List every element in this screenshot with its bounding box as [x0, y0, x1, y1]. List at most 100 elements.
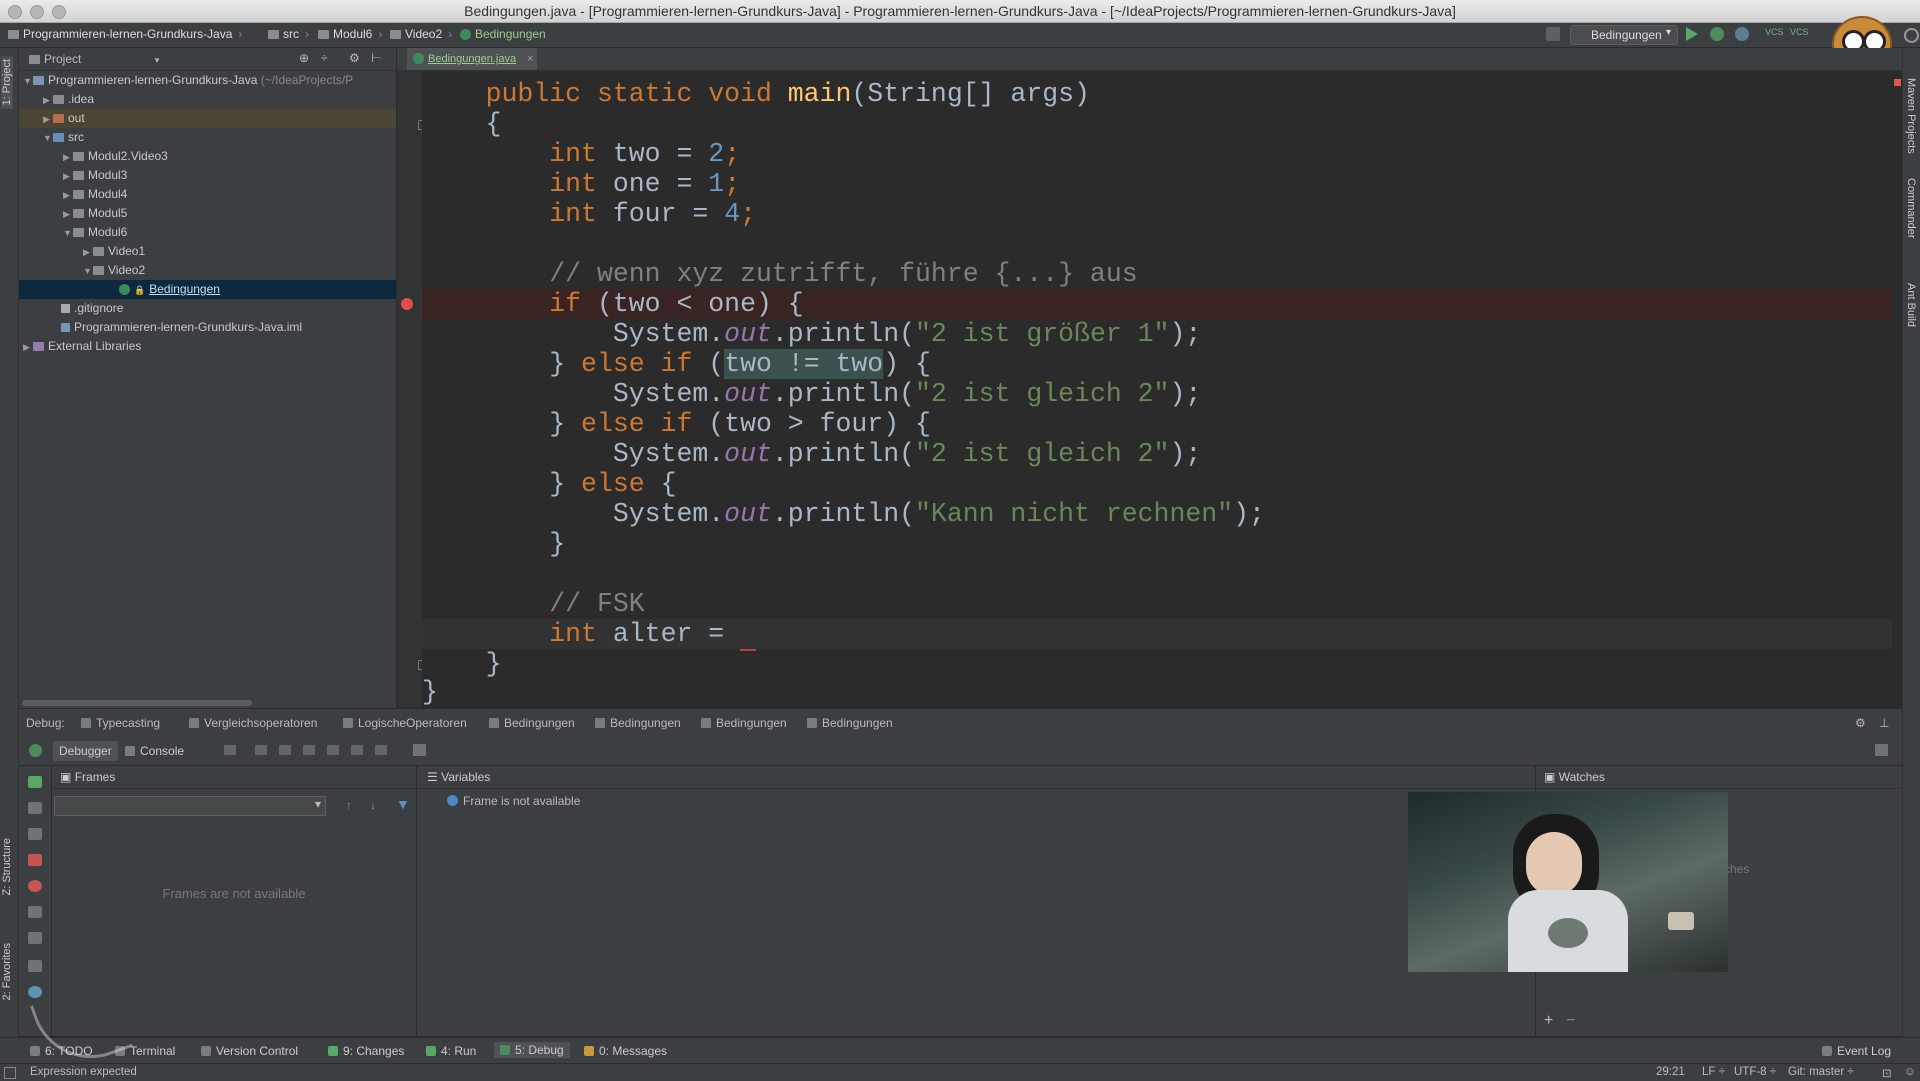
get-thread-dump-icon[interactable] — [28, 906, 42, 918]
debugger-tab[interactable]: Debugger — [53, 741, 118, 761]
maven-projects-tab[interactable]: Maven Projects — [1905, 78, 1917, 154]
debug-tab-bedingungen-1[interactable]: Bedingungen — [489, 716, 575, 730]
tree-item-src[interactable]: ▼ src — [19, 128, 396, 147]
evaluate-expression-icon[interactable] — [413, 744, 426, 756]
debug-tab-bedingungen-4[interactable]: Bedingungen — [807, 716, 893, 730]
mute-breakpoints-icon[interactable] — [28, 880, 42, 892]
version-control-tool-button[interactable]: Version Control — [201, 1044, 298, 1058]
file-encoding[interactable]: UTF-8 ÷ — [1734, 1066, 1776, 1078]
status-bar: Expression expected 29:21 LF ÷ UTF-8 ÷ G… — [0, 1063, 1920, 1081]
tree-item-video1[interactable]: ▶ Video1 — [19, 242, 396, 261]
tree-item-out[interactable]: ▶ out — [19, 109, 396, 128]
run-configuration-select[interactable]: Bedingungen ▾ — [1570, 25, 1678, 45]
editor-tab-bedingungen[interactable]: Bedingungen.java × — [407, 48, 537, 70]
hector-icon[interactable]: ☺ — [1904, 1066, 1916, 1078]
line-separator[interactable]: LF ÷ — [1702, 1066, 1725, 1078]
tree-item-external-libraries[interactable]: ▶ External Libraries — [19, 337, 396, 356]
tree-item-modul6[interactable]: ▼ Modul6 — [19, 223, 396, 242]
lock-icon[interactable]: ⊡ — [1882, 1066, 1892, 1080]
frames-header: ▣ Frames — [52, 766, 416, 789]
gear-icon[interactable]: ⚙ — [1855, 716, 1866, 730]
tree-item-modul4[interactable]: ▶ Modul4 — [19, 185, 396, 204]
tool-window-toggle-icon[interactable] — [4, 1067, 16, 1079]
run-tool-button[interactable]: 4: Run — [426, 1044, 476, 1058]
vcs-update-icon[interactable]: VCS — [1765, 27, 1784, 41]
vcs-commit-icon[interactable]: VCS — [1790, 27, 1809, 41]
print-icon[interactable] — [28, 960, 42, 972]
breadcrumb-video2[interactable]: Video2 › — [390, 27, 452, 41]
remove-watch-icon[interactable]: − — [1566, 1012, 1575, 1030]
breadcrumb-bedingungen[interactable]: Bedingungen — [460, 27, 546, 41]
arrow-down-icon[interactable]: ↓ — [370, 798, 376, 812]
tree-item-bedingungen[interactable]: 🔒 Bedingungen — [19, 280, 396, 299]
step-into-icon[interactable] — [279, 745, 291, 755]
left-tool-stripe: 1: Project Z: Structure 2: Favorites — [0, 48, 19, 1064]
error-marker-icon[interactable] — [1894, 79, 1901, 86]
filter-icon[interactable]: ▼ — [396, 796, 410, 812]
tree-item-project-root[interactable]: ▼ Programmieren-lernen-Grundkurs-Java (~/… — [19, 71, 396, 90]
debug-tab-typecasting[interactable]: Typecasting — [81, 716, 160, 730]
collapse-all-icon[interactable]: ÷ — [321, 51, 328, 65]
event-log-tool-button[interactable]: Event Log — [1822, 1044, 1891, 1058]
editor-vertical-scrollbar[interactable] — [1892, 71, 1902, 707]
step-out-icon[interactable] — [327, 745, 339, 755]
breakpoint-icon[interactable] — [401, 298, 413, 310]
debug-tab-vergleichsoperatoren[interactable]: Vergleichsoperatoren — [189, 716, 317, 730]
project-view-select[interactable]: Project ▾ — [29, 52, 159, 66]
hide-icon[interactable]: ⊥ — [1879, 716, 1889, 730]
debug-icon[interactable] — [1710, 27, 1724, 41]
drop-frame-icon[interactable] — [351, 745, 363, 755]
commander-tab[interactable]: Commander — [1905, 178, 1917, 239]
run-to-cursor-icon[interactable] — [375, 745, 387, 755]
tree-item-modul3[interactable]: ▶ Modul3 — [19, 166, 396, 185]
sync-icon[interactable]: ⊕ — [299, 51, 309, 65]
tree-item-gitignore[interactable]: .gitignore — [19, 299, 396, 318]
force-step-into-icon[interactable] — [303, 745, 315, 755]
changes-tool-button[interactable]: 9: Changes — [328, 1044, 404, 1058]
add-watch-icon[interactable]: + — [1544, 1012, 1553, 1030]
favorites-tool-tab[interactable]: 2: Favorites — [1, 943, 13, 1000]
editor-gutter[interactable] — [397, 71, 422, 707]
breadcrumb-project[interactable]: Programmieren-lernen-Grundkurs-Java › — [8, 27, 242, 41]
horizontal-scrollbar[interactable] — [22, 700, 252, 706]
gear-icon[interactable]: ⚙ — [349, 51, 360, 65]
stop-icon[interactable] — [28, 828, 42, 840]
arrow-up-icon[interactable]: ↑ — [346, 798, 352, 812]
debug-tab-bedingungen-3[interactable]: Bedingungen — [701, 716, 787, 730]
layout-icon[interactable] — [1875, 744, 1888, 756]
file-icon — [61, 304, 70, 313]
tree-item-modul2-video3[interactable]: ▶ Modul2.Video3 — [19, 147, 396, 166]
show-execution-point-icon[interactable] — [224, 745, 236, 755]
caret-position[interactable]: 29:21 — [1656, 1066, 1685, 1078]
settings-icon[interactable] — [28, 986, 42, 998]
git-branch[interactable]: Git: master ÷ — [1788, 1066, 1854, 1078]
project-tool-tab[interactable]: 1: Project — [1, 56, 13, 109]
debug-tab-bedingungen-2[interactable]: Bedingungen — [595, 716, 681, 730]
console-tab[interactable]: Console — [119, 741, 190, 761]
build-icon[interactable] — [1546, 27, 1560, 41]
messages-tool-button[interactable]: 0: Messages — [584, 1044, 667, 1058]
tree-item-idea[interactable]: ▶ .idea — [19, 90, 396, 109]
debug-tab-logischeoperatoren[interactable]: LogischeOperatoren — [343, 716, 467, 730]
step-over-icon[interactable] — [255, 745, 267, 755]
view-breakpoints-icon[interactable] — [28, 854, 42, 866]
hide-panel-icon[interactable]: ⊢ — [371, 51, 381, 65]
close-tab-icon[interactable]: × — [527, 53, 533, 65]
restore-layout-icon[interactable] — [28, 932, 42, 944]
breadcrumb-src[interactable]: src › — [268, 27, 309, 41]
structure-tool-tab[interactable]: Z: Structure — [1, 838, 13, 895]
breadcrumb-modul6[interactable]: Modul6 › — [318, 27, 382, 41]
code-editor[interactable]: public static void main(String[] args) {… — [422, 71, 1892, 707]
resume-icon[interactable] — [28, 776, 42, 788]
ant-build-tab[interactable]: Ant Build — [1905, 283, 1917, 327]
tree-item-video2[interactable]: ▼ Video2 — [19, 261, 396, 280]
thread-select[interactable]: ▾ — [54, 796, 326, 816]
search-icon[interactable] — [1904, 28, 1919, 43]
collapsed-arrow-icon: ▶ — [63, 209, 70, 219]
pause-icon[interactable] — [28, 802, 42, 814]
coverage-icon[interactable] — [1735, 27, 1749, 41]
tree-item-modul5[interactable]: ▶ Modul5 — [19, 204, 396, 223]
run-icon[interactable] — [1686, 27, 1700, 41]
debug-tool-button[interactable]: 5: Debug — [494, 1042, 570, 1058]
tree-item-iml[interactable]: Programmieren-lernen-Grundkurs-Java.iml — [19, 318, 396, 337]
